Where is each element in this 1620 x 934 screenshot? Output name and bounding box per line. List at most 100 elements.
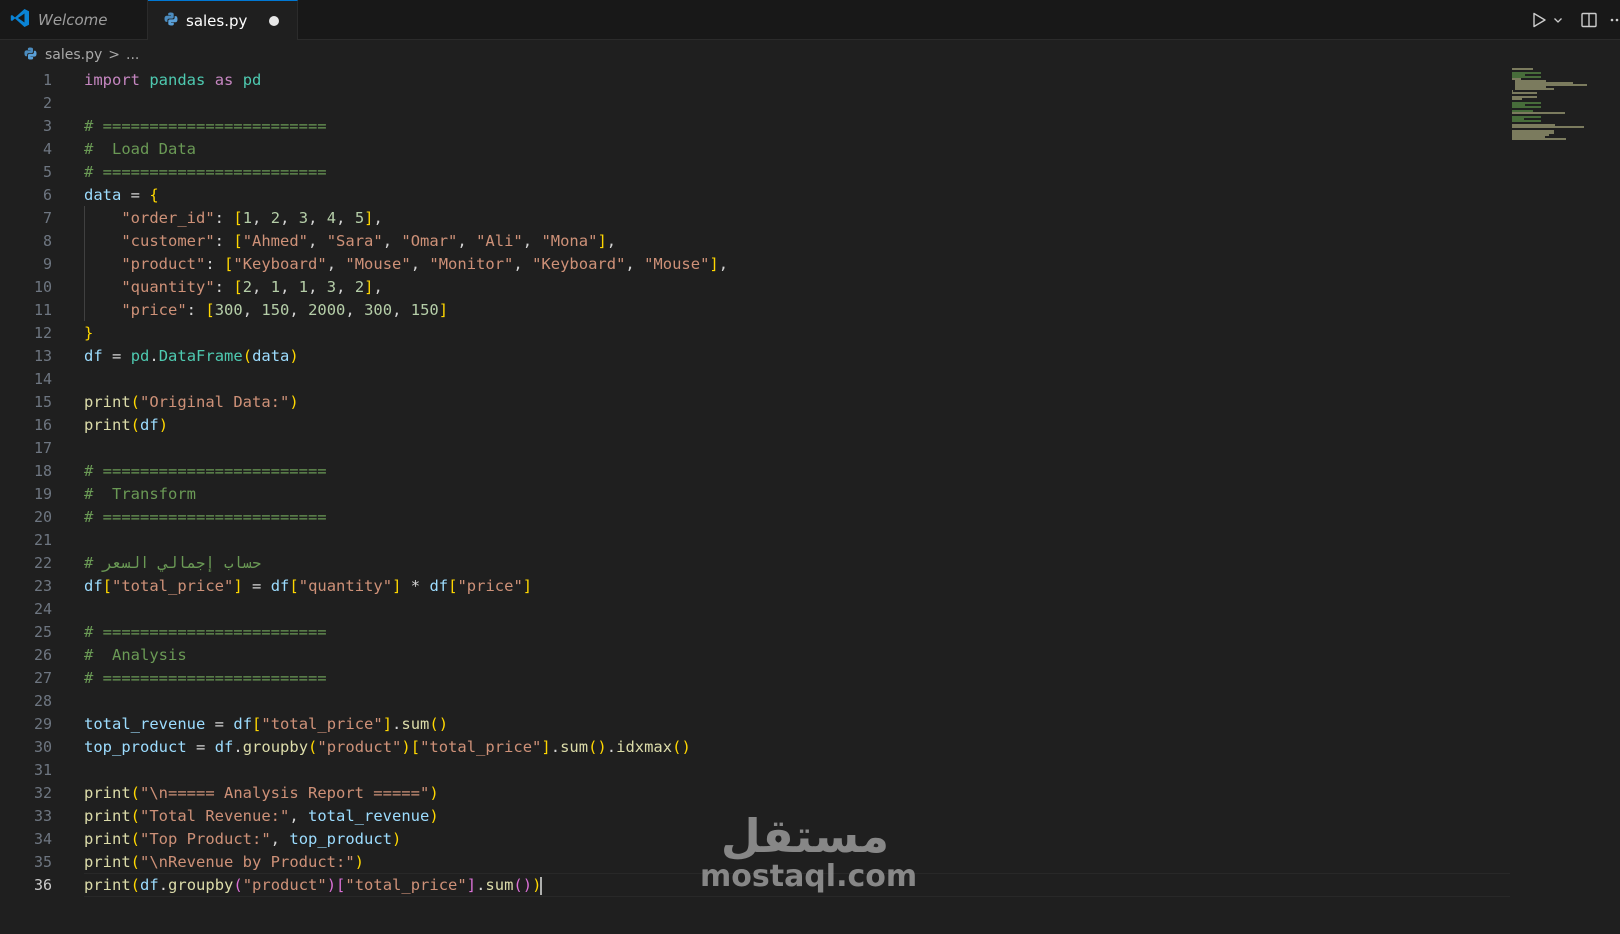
code-line[interactable]: 19 # Transform — [0, 482, 1510, 506]
code-line[interactable]: 20 # ======================== — [0, 505, 1510, 529]
minimap-line — [1512, 106, 1541, 108]
code-line[interactable]: 10 "quantity": [2, 1, 1, 3, 2], — [0, 275, 1510, 299]
chevron-down-icon[interactable] — [1552, 14, 1564, 26]
code-text[interactable]: # Load Data — [84, 137, 196, 161]
tab-label: Welcome — [38, 11, 108, 29]
line-number: 19 — [33, 485, 52, 503]
editor-actions — [1520, 0, 1620, 40]
line-number: 18 — [33, 462, 52, 480]
line-number: 35 — [33, 853, 52, 871]
code-line[interactable]: 27 # ======================== — [0, 666, 1510, 690]
minimap-line — [1512, 138, 1566, 140]
code-text[interactable]: print("Top Product:", top_product) — [84, 827, 401, 851]
code-line[interactable]: 5 # ======================== — [0, 160, 1510, 184]
code-line[interactable]: 23 df["total_price"] = df["quantity"] * d… — [0, 574, 1510, 598]
code-line[interactable]: 24 — [0, 597, 1510, 621]
code-text[interactable]: total_revenue = df["total_price"].sum() — [84, 712, 448, 736]
code-text[interactable]: # ======================== — [84, 505, 327, 529]
code-line[interactable]: 32 print("\n===== Analysis Report =====") — [0, 781, 1510, 805]
vscode-logo-icon — [10, 8, 30, 32]
code-line[interactable]: 14 — [0, 367, 1510, 391]
more-icon[interactable] — [1610, 11, 1620, 29]
code-text[interactable]: df = pd.DataFrame(data) — [84, 344, 299, 368]
code-line[interactable]: 12} — [0, 321, 1510, 345]
code-line[interactable]: 17 — [0, 436, 1510, 460]
code-line[interactable]: 9 "product": ["Keyboard", "Mouse", "Moni… — [0, 252, 1510, 276]
code-text[interactable]: print("Total Revenue:", total_revenue) — [84, 804, 439, 828]
code-text[interactable]: print(df.groupby("product")["total_price… — [84, 873, 543, 897]
unsaved-dot-icon[interactable] — [269, 16, 279, 26]
code-line[interactable]: 28 — [0, 689, 1510, 713]
line-number: 16 — [33, 416, 52, 434]
line-number: 10 — [33, 278, 52, 296]
code-text[interactable]: "order_id": [1, 2, 3, 4, 5], — [84, 206, 383, 230]
line-number: 23 — [33, 577, 52, 595]
code-line[interactable]: 2 — [0, 91, 1510, 115]
code-text[interactable]: # Transform — [84, 482, 196, 506]
code-line[interactable]: 4 # Load Data — [0, 137, 1510, 161]
split-editor-icon[interactable] — [1580, 11, 1598, 29]
tab-sales-py[interactable]: sales.py — [148, 0, 298, 40]
run-icon[interactable] — [1530, 11, 1548, 29]
code-text[interactable]: } — [84, 321, 93, 345]
code-text[interactable]: "product": ["Keyboard", "Mouse", "Monito… — [84, 252, 728, 276]
code-line[interactable]: 15 print("Original Data:") — [0, 390, 1510, 414]
code-line[interactable]: 21 — [0, 528, 1510, 552]
line-number: 1 — [42, 71, 52, 89]
tab-label: sales.py — [186, 11, 248, 30]
code-line[interactable]: 26 # Analysis — [0, 643, 1510, 667]
watermark-latin: mostaql.com — [700, 859, 918, 894]
code-line[interactable]: 25 # ======================== — [0, 620, 1510, 644]
code-text[interactable]: top_product = df.groupby("product")["tot… — [84, 735, 691, 759]
code-line[interactable]: 7 "order_id": [1, 2, 3, 4, 5], — [0, 206, 1510, 230]
mostaql-watermark: مستقل mostaql.com — [700, 809, 918, 894]
code-line[interactable]: 6 data = { — [0, 183, 1510, 207]
minimap[interactable] — [1512, 68, 1612, 148]
code-text[interactable]: # Analysis — [84, 643, 187, 667]
watermark-arabic: مستقل — [720, 809, 890, 863]
code-text[interactable]: # ======================== — [84, 114, 327, 138]
breadcrumb-file[interactable]: sales.py — [45, 47, 102, 63]
line-number: 9 — [42, 255, 52, 273]
code-line[interactable]: 1 import pandas as pd — [0, 68, 1510, 92]
breadcrumb-symbols[interactable]: ... — [126, 47, 139, 63]
line-number: 26 — [33, 646, 52, 664]
code-text[interactable]: print("Original Data:") — [84, 390, 299, 414]
line-number: 25 — [33, 623, 52, 641]
minimap-line — [1512, 92, 1538, 94]
code-text[interactable]: df["total_price"] = df["quantity"] * df[… — [84, 574, 532, 598]
code-text[interactable]: "quantity": [2, 1, 1, 3, 2], — [84, 275, 383, 299]
line-number: 4 — [42, 140, 52, 158]
text-cursor — [540, 876, 543, 895]
code-text[interactable]: print("\nRevenue by Product:") — [84, 850, 364, 874]
code-text[interactable]: print(df) — [84, 413, 168, 437]
code-text[interactable]: # ======================== — [84, 666, 327, 690]
code-line[interactable]: 30 top_product = df.groupby("product")["t… — [0, 735, 1510, 759]
code-text[interactable]: # ======================== — [84, 459, 327, 483]
code-line[interactable]: 29 total_revenue = df["total_price"].sum(… — [0, 712, 1510, 736]
code-text[interactable]: # ======================== — [84, 620, 327, 644]
code-line[interactable]: 18 # ======================== — [0, 459, 1510, 483]
code-text[interactable]: # ======================== — [84, 160, 327, 184]
code-line[interactable]: 8 "customer": ["Ahmed", "Sara", "Omar", … — [0, 229, 1510, 253]
code-editor[interactable]: 1 import pandas as pd 2 3 # ================… — [0, 68, 1510, 934]
python-file-icon — [24, 46, 37, 64]
line-number: 6 — [42, 186, 52, 204]
code-text[interactable]: "price": [300, 150, 2000, 300, 150] — [84, 298, 448, 322]
code-line[interactable]: 16 print(df) — [0, 413, 1510, 437]
code-text[interactable]: # حساب إجمالي السعر — [84, 551, 261, 575]
line-number: 11 — [33, 301, 52, 319]
code-line[interactable]: 3 # ======================== — [0, 114, 1510, 138]
minimap-line — [1512, 98, 1522, 100]
code-text[interactable]: "customer": ["Ahmed", "Sara", "Omar", "A… — [84, 229, 616, 253]
code-text[interactable]: print("\n===== Analysis Report =====") — [84, 781, 439, 805]
code-text[interactable]: import pandas as pd — [84, 68, 261, 92]
code-line[interactable]: 13 df = pd.DataFrame(data) — [0, 344, 1510, 368]
code-line[interactable]: 11 "price": [300, 150, 2000, 300, 150] — [0, 298, 1510, 322]
code-text[interactable]: data = { — [84, 183, 159, 207]
code-line[interactable]: 31 — [0, 758, 1510, 782]
code-line[interactable]: 22 # حساب إجمالي السعر — [0, 551, 1510, 575]
line-number: 27 — [33, 669, 52, 687]
line-number: 3 — [42, 117, 52, 135]
tab-welcome[interactable]: Welcome — [0, 0, 148, 40]
